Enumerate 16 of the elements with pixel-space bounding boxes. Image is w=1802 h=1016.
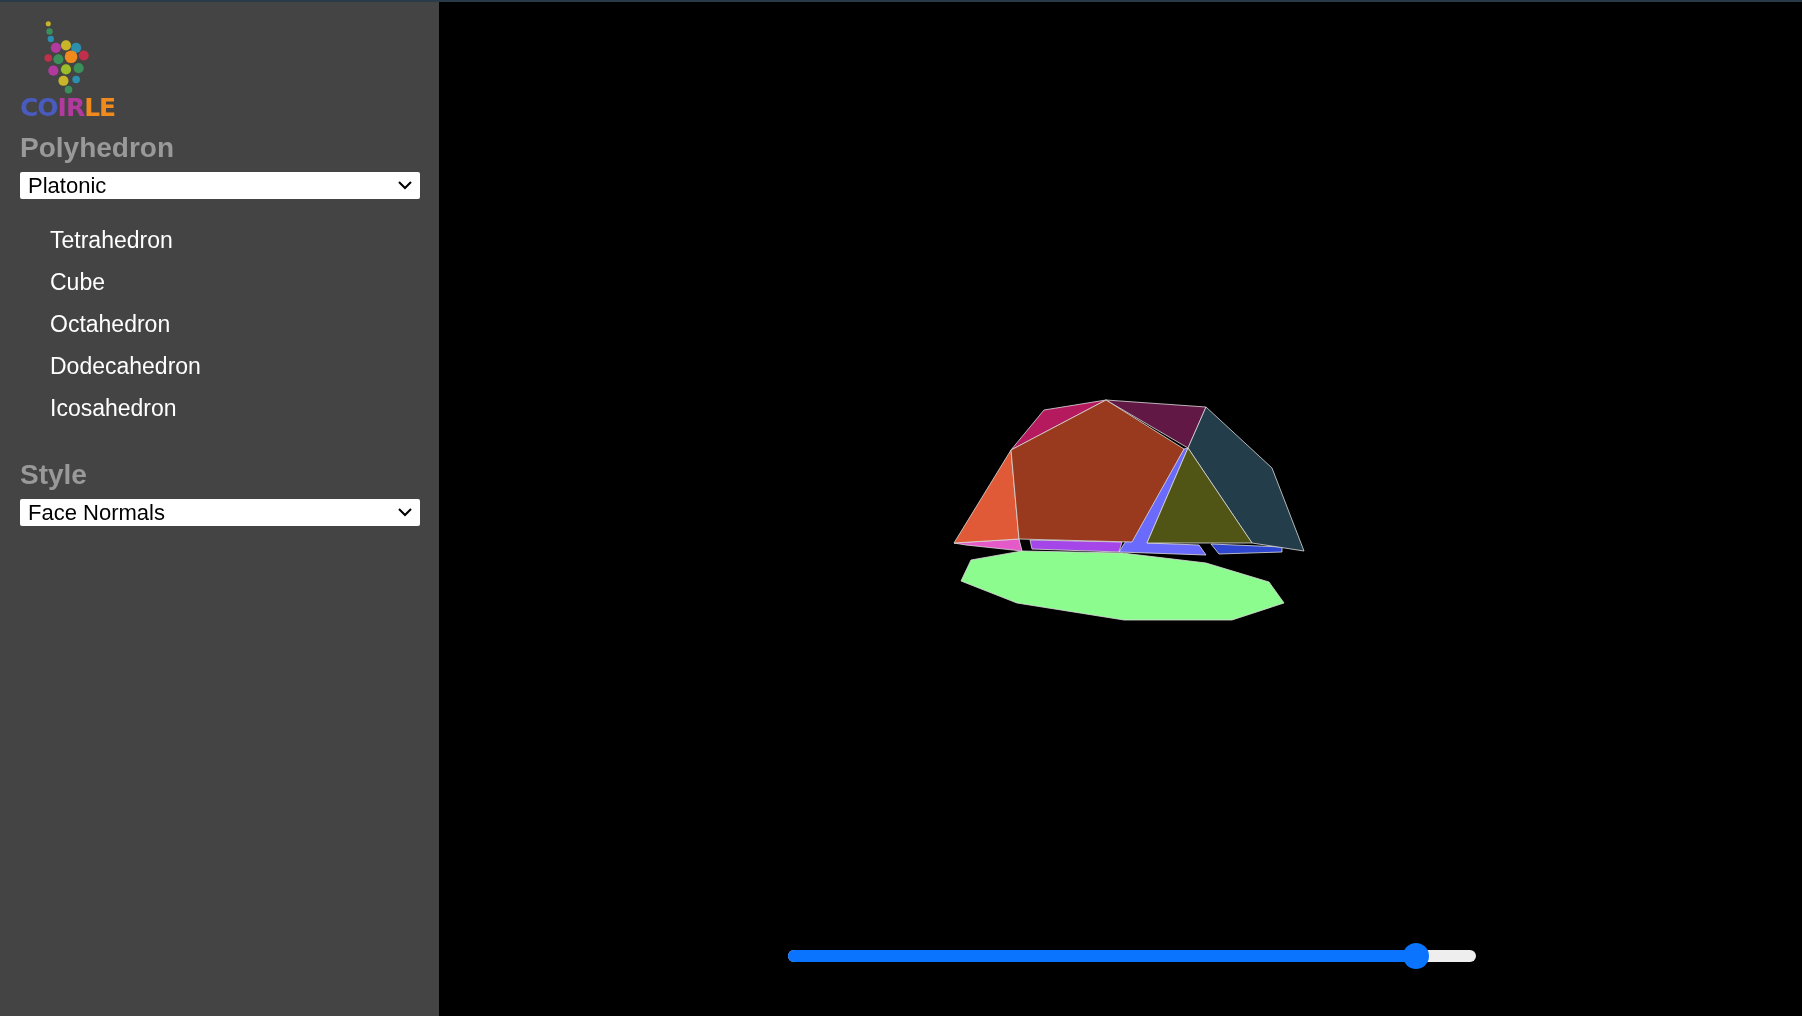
slider[interactable] xyxy=(787,943,1476,969)
slider-thumb[interactable] xyxy=(1402,943,1429,969)
logo-text: LE xyxy=(84,96,116,120)
chevron-icon xyxy=(398,508,412,517)
chevron-icon xyxy=(398,181,412,190)
logo-text: IR xyxy=(57,96,85,120)
dropdown[interactable]: Platonic xyxy=(20,172,420,199)
section-heading: Style xyxy=(20,459,88,491)
section-heading: Polyhedron xyxy=(20,132,175,164)
menu-item[interactable]: Dodecahedron xyxy=(50,345,201,387)
dropdown[interactable]: Face Normals xyxy=(20,499,420,526)
menu-item[interactable]: Cube xyxy=(50,261,105,303)
logo-text: CO xyxy=(20,96,58,120)
menu-item[interactable]: Icosahedron xyxy=(50,387,177,429)
menu-item[interactable]: Octahedron xyxy=(50,303,171,345)
menu-item[interactable]: Tetrahedron xyxy=(50,219,173,261)
